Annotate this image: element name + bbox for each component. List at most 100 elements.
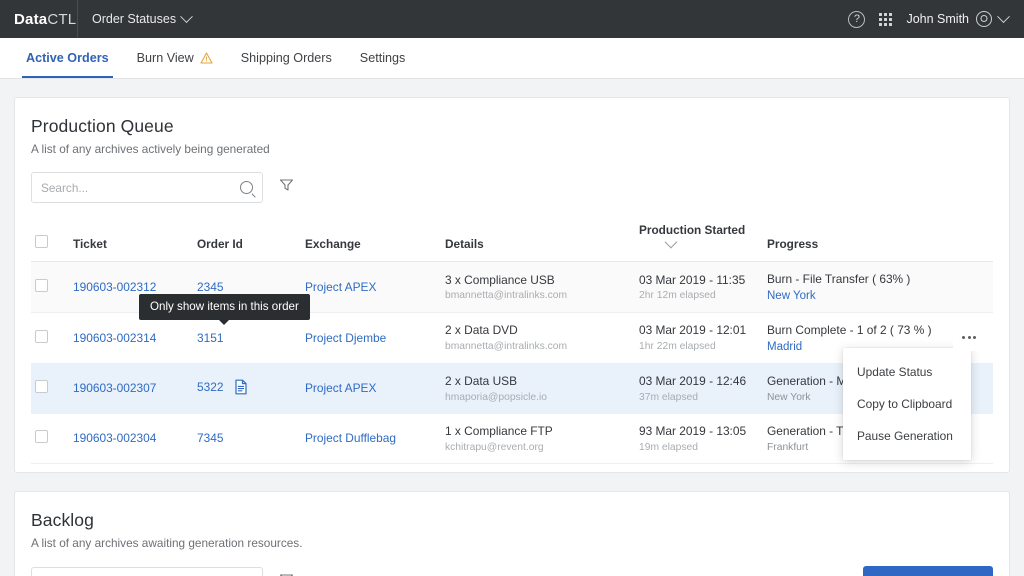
- row-exchange[interactable]: Project Djembe: [301, 312, 441, 364]
- col-production-started[interactable]: Production Started: [635, 217, 763, 262]
- row-details-email: bmannetta@intralinks.com: [445, 341, 568, 353]
- row-started-elapsed: 37m elapsed: [639, 391, 698, 403]
- brand-bold: Data: [14, 10, 48, 28]
- sort-chevron-down-icon[interactable]: [664, 235, 678, 249]
- select-all-header: [31, 217, 69, 262]
- menu-item-update-status[interactable]: Update Status: [843, 356, 971, 388]
- row-exchange[interactable]: Project APEX: [301, 363, 441, 414]
- row-progress-location[interactable]: New York: [767, 290, 989, 302]
- backlog-toolbar: Create Order: [31, 565, 993, 576]
- backlog-card: Backlog A list of any archives awaiting …: [14, 490, 1010, 576]
- tab-shipping-orders[interactable]: Shipping Orders: [227, 38, 346, 78]
- apps-grid-icon[interactable]: [879, 12, 893, 26]
- row-details: 2 x Data DVD bmannetta@intralinks.com: [441, 312, 635, 364]
- row-ticket[interactable]: 190603-002307: [69, 363, 193, 414]
- production-queue-header-row: Ticket Order Id Exchange Details Product…: [31, 217, 993, 262]
- create-order-button[interactable]: Create Order: [862, 565, 993, 576]
- row-exchange-link[interactable]: Project Dufflebag: [305, 431, 396, 445]
- menu-item-copy-to-clipboard[interactable]: Copy to Clipboard: [843, 388, 971, 420]
- user-chevron-down-icon: [997, 9, 1010, 23]
- col-order-id[interactable]: Order Id: [193, 217, 301, 262]
- production-queue-subtitle: A list of any archives actively being ge…: [31, 142, 270, 156]
- row-checkbox[interactable]: [35, 380, 48, 394]
- row-ticket-link[interactable]: 190603-002312: [73, 280, 156, 294]
- filter-by-order-icon[interactable]: [234, 379, 248, 398]
- row-exchange-link[interactable]: Project APEX: [305, 280, 376, 294]
- user-name: John Smith: [906, 12, 969, 26]
- app-logo[interactable]: Data CTL: [0, 0, 78, 38]
- row-details: 3 x Compliance USB bmannetta@intralinks.…: [441, 261, 635, 313]
- tab-active-orders[interactable]: Active Orders: [12, 38, 123, 78]
- row-exchange[interactable]: Project APEX: [301, 261, 441, 313]
- row-order-id[interactable]: 5322: [193, 363, 301, 414]
- row-details-main: 2 x Data USB: [445, 373, 518, 388]
- top-bar: Data CTL Order Statuses ? John Smith: [0, 0, 1024, 38]
- row-started-date: 93 Mar 2019 - 13:05: [639, 423, 747, 438]
- row-exchange[interactable]: Project Dufflebag: [301, 413, 441, 464]
- row-checkbox[interactable]: [35, 278, 48, 292]
- tab-settings[interactable]: Settings: [346, 38, 420, 78]
- row-checkbox-cell: [31, 261, 69, 313]
- row-order-id-link[interactable]: 2345: [197, 280, 223, 294]
- help-icon[interactable]: ?: [848, 10, 866, 28]
- row-progress: Burn - File Transfer ( 63% ) New York: [763, 261, 993, 313]
- production-queue-title: Production Queue: [31, 116, 174, 136]
- row-order-id[interactable]: 3151: [193, 312, 301, 364]
- tab-burn-view-label: Burn View: [136, 51, 194, 65]
- row-details-email: bmannetta@intralinks.com: [445, 290, 568, 302]
- row-order-id-link[interactable]: 3151: [197, 331, 223, 345]
- row-ticket-link[interactable]: 190603-002304: [73, 431, 156, 445]
- backlog-subtitle: A list of any archives awaiting generati…: [31, 535, 303, 550]
- help-glyph: ?: [853, 13, 861, 25]
- row-ticket-link[interactable]: 190603-002314: [73, 331, 156, 345]
- filter-order-tooltip: Only show items in this order: [139, 294, 310, 325]
- row-ticket[interactable]: 190603-002314: [69, 312, 193, 364]
- filter-order-tooltip-text: Only show items in this order: [150, 300, 299, 313]
- row-started-elapsed: 19m elapsed: [639, 441, 698, 453]
- col-progress[interactable]: Progress: [763, 217, 993, 262]
- row-progress-status: Burn - File Transfer ( 63% ): [767, 272, 911, 286]
- production-queue-toolbar: [31, 172, 993, 203]
- col-details[interactable]: Details: [441, 217, 635, 262]
- brand-light: CTL: [47, 10, 77, 28]
- row-exchange-link[interactable]: Project APEX: [305, 381, 376, 395]
- row-details-main: 2 x Data DVD: [445, 323, 518, 338]
- row-checkbox[interactable]: [35, 430, 48, 444]
- row-details: 2 x Data USB hmaporia@popsicle.io: [441, 363, 635, 414]
- tab-bar: Active Orders Burn View Shipping Orders …: [0, 38, 1024, 79]
- production-queue-search-input[interactable]: [41, 180, 240, 195]
- row-started-date: 03 Mar 2019 - 12:01: [639, 323, 747, 338]
- row-order-id-link[interactable]: 7345: [197, 431, 223, 445]
- filter-icon[interactable]: [279, 178, 294, 197]
- tab-burn-view[interactable]: Burn View: [123, 38, 227, 78]
- col-exchange[interactable]: Exchange: [301, 217, 441, 262]
- search-icon[interactable]: [240, 181, 253, 194]
- row-actions-button[interactable]: [953, 323, 985, 351]
- backlog-searchbox[interactable]: [31, 566, 263, 576]
- user-menu[interactable]: John Smith: [906, 9, 1010, 27]
- filter-icon[interactable]: [279, 573, 294, 576]
- order-statuses-dropdown[interactable]: Order Statuses: [78, 0, 205, 38]
- row-checkbox-cell: [31, 312, 69, 364]
- row-ticket[interactable]: 190603-002304: [69, 413, 193, 464]
- production-queue-searchbox[interactable]: [31, 172, 263, 203]
- row-started-date: 03 Mar 2019 - 11:35: [639, 272, 746, 287]
- col-production-started-label: Production Started: [639, 223, 746, 237]
- row-started: 93 Mar 2019 - 13:05 19m elapsed: [635, 413, 763, 464]
- row-started: 03 Mar 2019 - 11:35 2hr 12m elapsed: [635, 261, 763, 313]
- col-ticket[interactable]: Ticket: [69, 217, 193, 262]
- row-details-main: 3 x Compliance USB: [445, 272, 555, 287]
- row-ticket-link[interactable]: 190603-002307: [73, 381, 156, 395]
- row-started-elapsed: 2hr 12m elapsed: [639, 290, 716, 302]
- row-checkbox[interactable]: [35, 329, 48, 343]
- avatar: [976, 11, 992, 27]
- row-order-id[interactable]: 7345: [193, 413, 301, 464]
- menu-item-pause-generation[interactable]: Pause Generation: [843, 420, 971, 452]
- tab-shipping-orders-label: Shipping Orders: [240, 51, 332, 65]
- row-details-email: kchitrapu@revent.org: [445, 441, 544, 453]
- row-exchange-link[interactable]: Project Djembe: [305, 331, 386, 345]
- row-details: 1 x Compliance FTP kchitrapu@revent.org: [441, 413, 635, 464]
- select-all-checkbox[interactable]: [35, 235, 48, 248]
- row-details-email: hmaporia@popsicle.io: [445, 391, 548, 403]
- row-order-id-link[interactable]: 5322: [197, 380, 223, 394]
